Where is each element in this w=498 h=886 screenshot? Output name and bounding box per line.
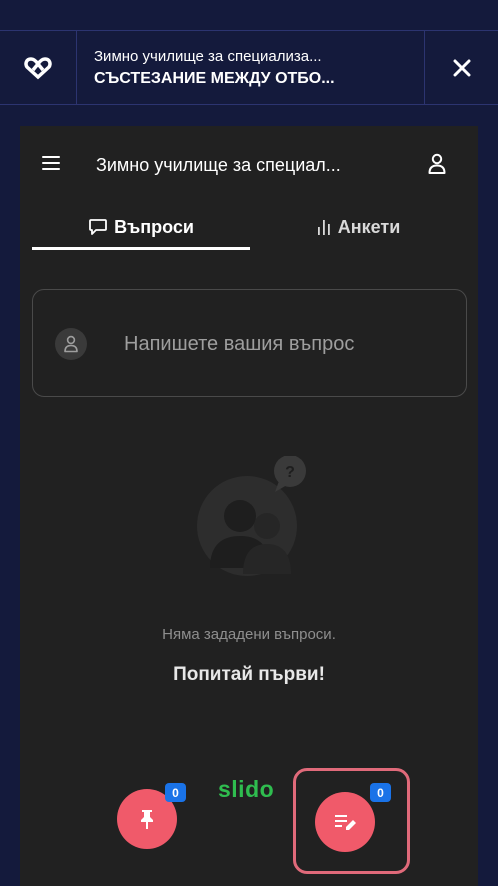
pin-icon	[141, 810, 153, 829]
event-title: Зимно училище за специализа...	[94, 47, 322, 65]
ask-question-input[interactable]: Напишете вашия въпрос	[32, 289, 467, 397]
tabs: Въпроси Анкети	[32, 204, 466, 250]
ask-question-placeholder: Напишете вашия въпрос	[124, 333, 355, 355]
tab-questions-label: Въпроси	[114, 216, 194, 237]
tab-polls[interactable]: Анкети	[250, 204, 466, 250]
empty-state-text: Няма зададени въпроси.	[162, 626, 336, 643]
slido-logo-icon[interactable]	[0, 31, 77, 104]
edit-list-icon	[335, 815, 356, 830]
bar-chart-icon	[317, 220, 330, 235]
close-button[interactable]	[425, 31, 498, 104]
panel-header: Зимно училище за специал...	[20, 126, 478, 204]
close-icon	[453, 59, 470, 76]
my-questions-count-badge: 0	[370, 783, 391, 802]
pinned-count-badge: 0	[165, 783, 186, 802]
tab-questions[interactable]: Въпроси	[32, 204, 250, 250]
no-questions-illustration-icon: ?	[195, 455, 315, 591]
event-titles: Зимно училище за специализа... СЪСТЕЗАНИ…	[77, 31, 425, 104]
event-subtitle: СЪСТЕЗАНИЕ МЕЖДУ ОТБО...	[94, 69, 335, 87]
menu-icon[interactable]	[42, 156, 60, 170]
panel-title: Зимно училище за специал...	[96, 155, 341, 175]
my-questions-button[interactable]	[315, 792, 375, 852]
slido-brand: slido	[218, 776, 275, 802]
avatar-icon	[55, 328, 87, 360]
event-header: Зимно училище за специализа... СЪСТЕЗАНИ…	[0, 30, 498, 105]
user-profile-icon[interactable]	[427, 153, 447, 180]
empty-state-cta: Попитай първи!	[173, 664, 325, 685]
svg-text:?: ?	[285, 464, 295, 481]
slido-panel: Зимно училище за специал... Въпроси Анке…	[20, 126, 478, 886]
tab-polls-label: Анкети	[337, 216, 401, 237]
speech-bubble-icon	[89, 219, 107, 235]
